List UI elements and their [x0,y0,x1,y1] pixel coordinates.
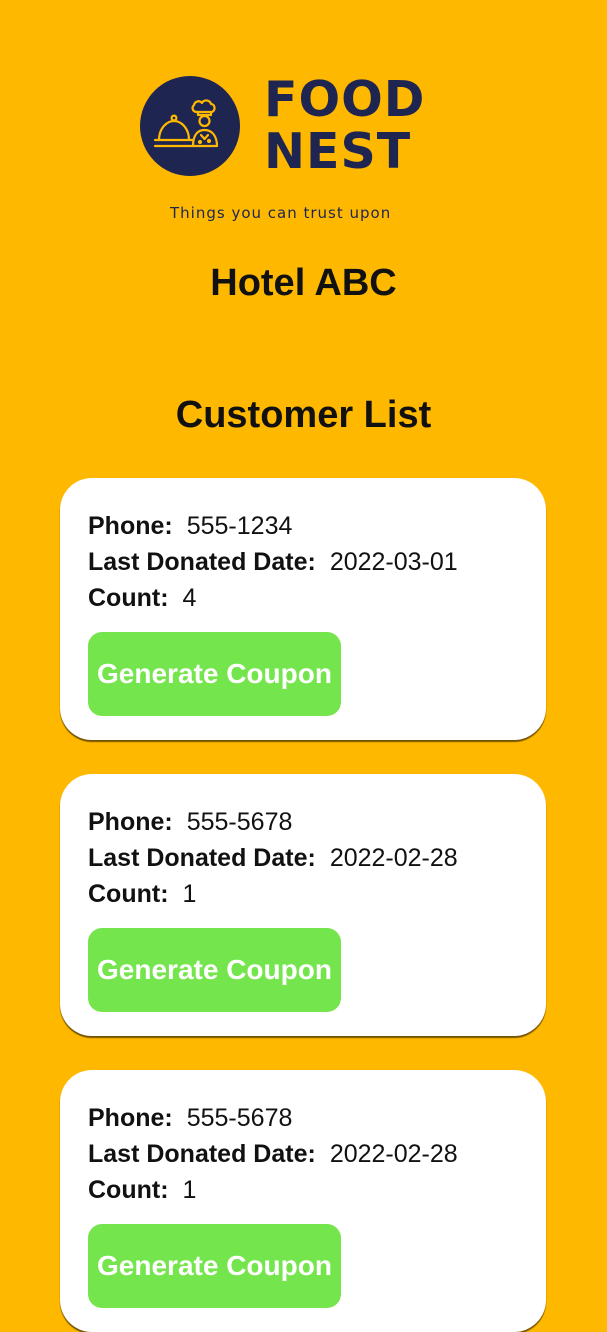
phone-row: Phone: 555-1234 [88,508,546,544]
chef-serving-icon [140,76,240,176]
customer-card: Phone: 555-5678 Last Donated Date: 2022-02… [60,774,546,1036]
customer-card: Phone: 555-5678 Last Donated Date: 2022-02… [60,1070,546,1332]
last-donated-row: Last Donated Date: 2022-03-01 [88,544,546,580]
count-value: 1 [182,880,197,908]
count-label: Count: [88,880,169,908]
phone-label: Phone: [88,512,173,540]
count-value: 1 [182,1176,197,1204]
brand-tagline: Things you can trust upon [170,204,392,222]
count-label: Count: [88,1176,169,1204]
customer-card: Phone: 555-1234 Last Donated Date: 2022-03… [60,478,546,740]
count-row: Count: 4 [88,580,546,616]
last-donated-label: Last Donated Date: [88,1140,316,1168]
last-donated-row: Last Donated Date: 2022-02-28 [88,1136,546,1172]
last-donated-label: Last Donated Date: [88,844,316,872]
section-title: Customer List [175,394,432,436]
generate-coupon-button[interactable]: Generate Coupon [88,1224,341,1308]
phone-value: 555-5678 [186,1104,293,1132]
count-label: Count: [88,584,169,612]
phone-row: Phone: 555-5678 [88,804,546,840]
last-donated-value: 2022-02-28 [329,1140,458,1168]
generate-coupon-button[interactable]: Generate Coupon [88,928,341,1012]
hotel-name: Hotel ABC [210,262,397,304]
phone-label: Phone: [88,1104,173,1132]
last-donated-value: 2022-03-01 [329,548,458,576]
brand-name: FOOD NEST [264,74,425,178]
brand-line-1: FOOD [264,71,426,128]
count-value: 4 [182,584,197,612]
phone-value: 555-1234 [186,512,293,540]
count-row: Count: 1 [88,1172,546,1208]
last-donated-row: Last Donated Date: 2022-02-28 [88,840,546,876]
last-donated-value: 2022-02-28 [329,844,458,872]
phone-row: Phone: 555-5678 [88,1100,546,1136]
last-donated-label: Last Donated Date: [88,548,316,576]
phone-label: Phone: [88,808,173,836]
brand-line-2: NEST [264,123,412,180]
brand-logo: FOOD NEST Things you can trust upon [140,74,450,224]
generate-coupon-button[interactable]: Generate Coupon [88,632,341,716]
count-row: Count: 1 [88,876,546,912]
phone-value: 555-5678 [186,808,293,836]
